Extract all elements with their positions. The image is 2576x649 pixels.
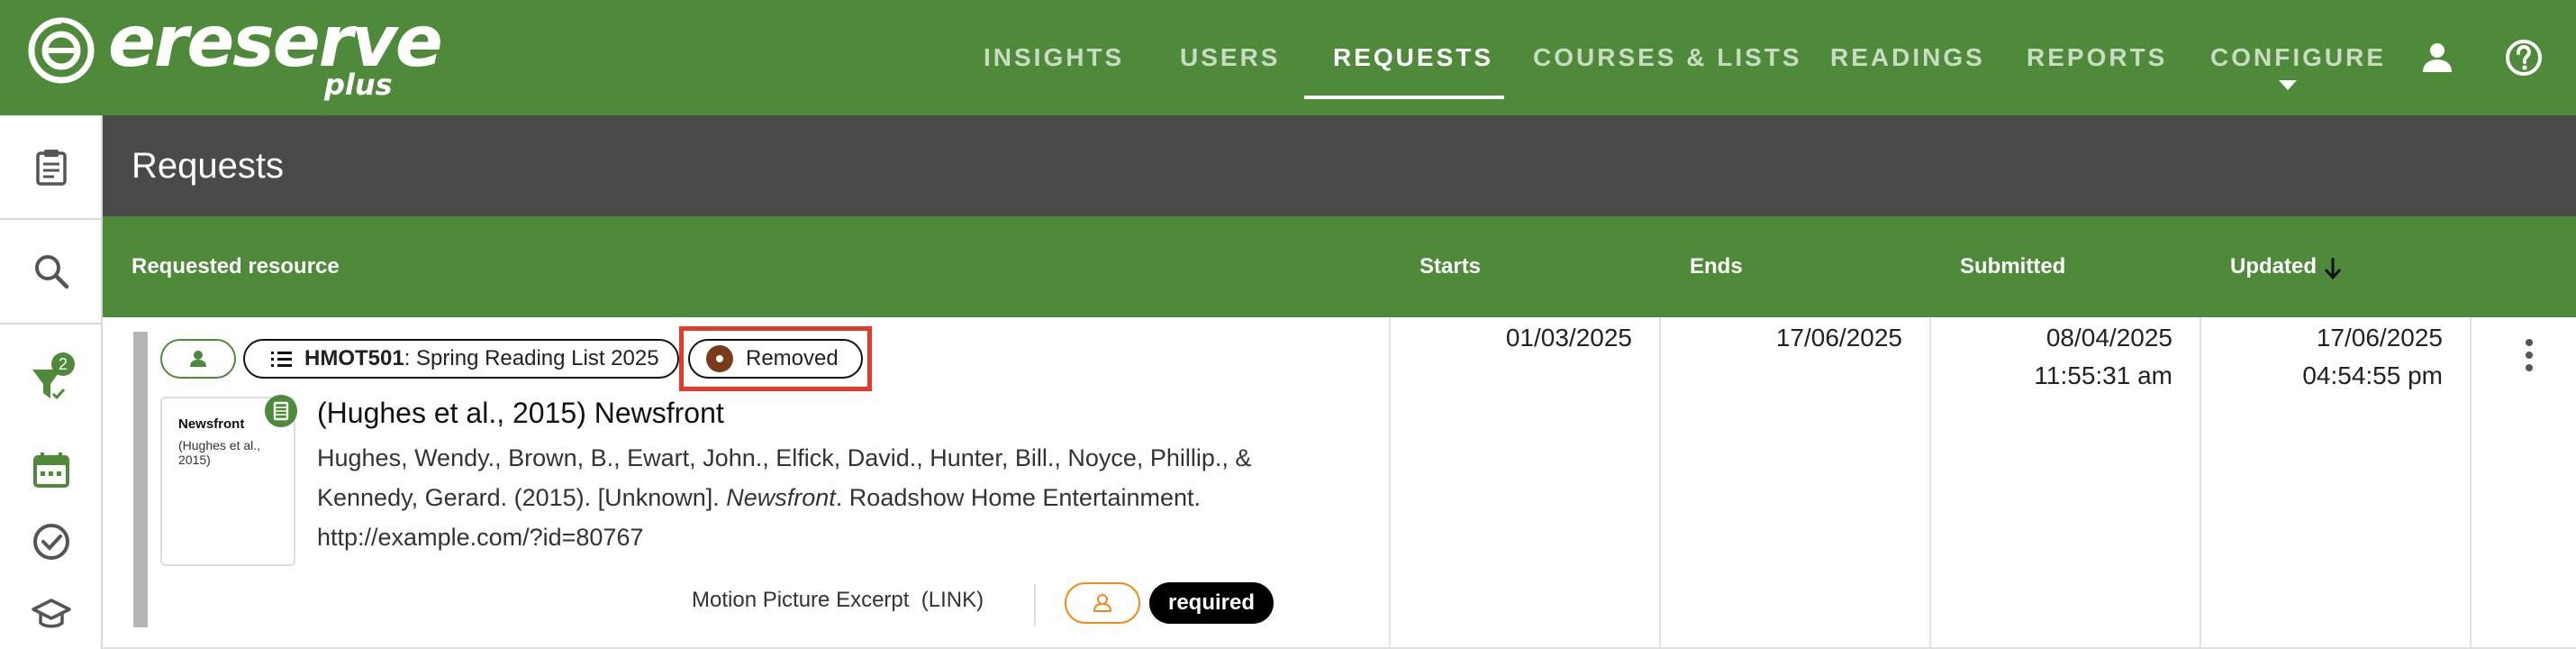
column-divider: [2470, 317, 2472, 649]
col-header-starts[interactable]: Starts: [1420, 216, 1481, 317]
top-bar: ereserve plus INSIGHTS USERS REQUESTS CO…: [0, 0, 2576, 115]
resource-type: Motion Picture Excerpt: [692, 588, 910, 612]
sidebar-item-search[interactable]: [0, 220, 103, 324]
col-header-updated-label: Updated: [2230, 254, 2317, 279]
updated-date: 17/06/2025: [2316, 324, 2443, 352]
nav-insights[interactable]: INSIGHTS: [984, 0, 1124, 115]
check-circle-icon[interactable]: [31, 521, 72, 562]
list-icon: [271, 352, 292, 367]
user-outline-icon: [1093, 594, 1112, 612]
left-sidebar: 2: [0, 115, 103, 649]
required-badge: required: [1149, 582, 1274, 624]
logo-plus-text: plus: [324, 68, 393, 102]
page-title: Requests: [132, 146, 284, 186]
nav-users[interactable]: USERS: [1180, 0, 1280, 115]
updated-time: 04:54:55 pm: [2302, 361, 2443, 389]
resource-title[interactable]: (Hughes et al., 2015) Newsfront: [317, 397, 724, 430]
requester-chip[interactable]: [160, 339, 236, 379]
sort-descending-arrow-icon[interactable]: [2322, 255, 2344, 280]
assignee-chip[interactable]: [1065, 582, 1140, 624]
nav-reports[interactable]: REPORTS: [2027, 0, 2167, 115]
filter-icon: 2: [32, 352, 75, 400]
column-divider: [1659, 317, 1661, 649]
col-header-requested-resource[interactable]: Requested resource: [132, 216, 340, 317]
submitted-time: 11:55:31 am: [2034, 361, 2172, 389]
col-header-updated[interactable]: Updated: [2230, 216, 2344, 317]
graduation-cap-icon[interactable]: [31, 593, 72, 635]
citation-title: Newsfront: [726, 484, 836, 511]
resource-url[interactable]: http://example.com/?id=80767: [317, 524, 643, 551]
row-actions-menu-icon[interactable]: [2518, 335, 2540, 379]
logo-swirl-icon: [28, 17, 95, 84]
resource-type-label: Motion Picture Excerpt (LINK): [692, 588, 984, 613]
table-header: Requested resource Starts Ends Submitted…: [103, 216, 2576, 317]
nav-courses-lists[interactable]: COURSES & LISTS: [1533, 0, 1802, 115]
ends-date: 17/06/2025: [1775, 324, 1902, 352]
column-divider: [1389, 317, 1391, 649]
reading-list-chip[interactable]: HMOT501: Spring Reading List 2025: [243, 339, 679, 379]
nav-readings[interactable]: READINGS: [1830, 0, 1985, 115]
cell-starts: 01/03/2025: [1420, 317, 1632, 357]
cell-updated: 17/06/2025 04:54:55 pm: [2230, 317, 2443, 395]
cell-submitted: 08/04/2025 11:55:31 am: [1960, 317, 2172, 395]
sidebar-item-filter[interactable]: 2: [29, 352, 83, 406]
calendar-icon[interactable]: [31, 449, 72, 490]
sidebar-item-requests[interactable]: [0, 115, 103, 220]
resource-citation: Hughes, Wendy., Brown, B., Ewart, John.,…: [317, 438, 1308, 557]
status-chip-removed[interactable]: Removed: [688, 339, 863, 379]
col-header-ends[interactable]: Ends: [1690, 216, 1743, 317]
column-divider: [1929, 317, 1931, 649]
thumbnail-subtitle: (Hughes et al., 2015): [178, 438, 261, 467]
thumbnail-title: Newsfront: [178, 416, 245, 432]
nav-configure[interactable]: CONFIGURE: [2210, 0, 2386, 115]
ereserve-logo[interactable]: ereserve plus: [27, 7, 443, 103]
status-label: Removed: [746, 346, 839, 370]
configure-dropdown-caret-icon[interactable]: [2279, 80, 2297, 90]
page-title-bar: Requests: [103, 115, 2576, 216]
status-removed-icon: [706, 345, 733, 372]
row-status-accent: [133, 332, 148, 627]
list-name: : Spring Reading List 2025: [404, 346, 659, 370]
table-row[interactable]: HMOT501: Spring Reading List 2025 Remove…: [103, 317, 2576, 649]
search-icon: [35, 255, 69, 289]
col-header-submitted[interactable]: Submitted: [1960, 216, 2065, 317]
filter-count-badge: 2: [59, 355, 68, 373]
starts-date: 01/03/2025: [1505, 324, 1632, 352]
user-icon[interactable]: [2416, 36, 2459, 79]
user-icon: [190, 351, 206, 367]
submitted-date: 08/04/2025: [2045, 324, 2172, 352]
citation-publisher: . Roadshow Home Entertainment.: [835, 484, 1201, 511]
film-icon: [265, 395, 297, 427]
help-icon[interactable]: [2502, 36, 2545, 79]
column-divider: [2200, 317, 2201, 649]
nav-active-underline: [1304, 96, 1504, 99]
link-type: (LINK): [921, 588, 984, 612]
clipboard-icon: [36, 150, 67, 186]
list-code: HMOT501: [304, 346, 404, 370]
cell-ends: 17/06/2025: [1690, 317, 1902, 357]
meta-divider: [1034, 584, 1036, 626]
